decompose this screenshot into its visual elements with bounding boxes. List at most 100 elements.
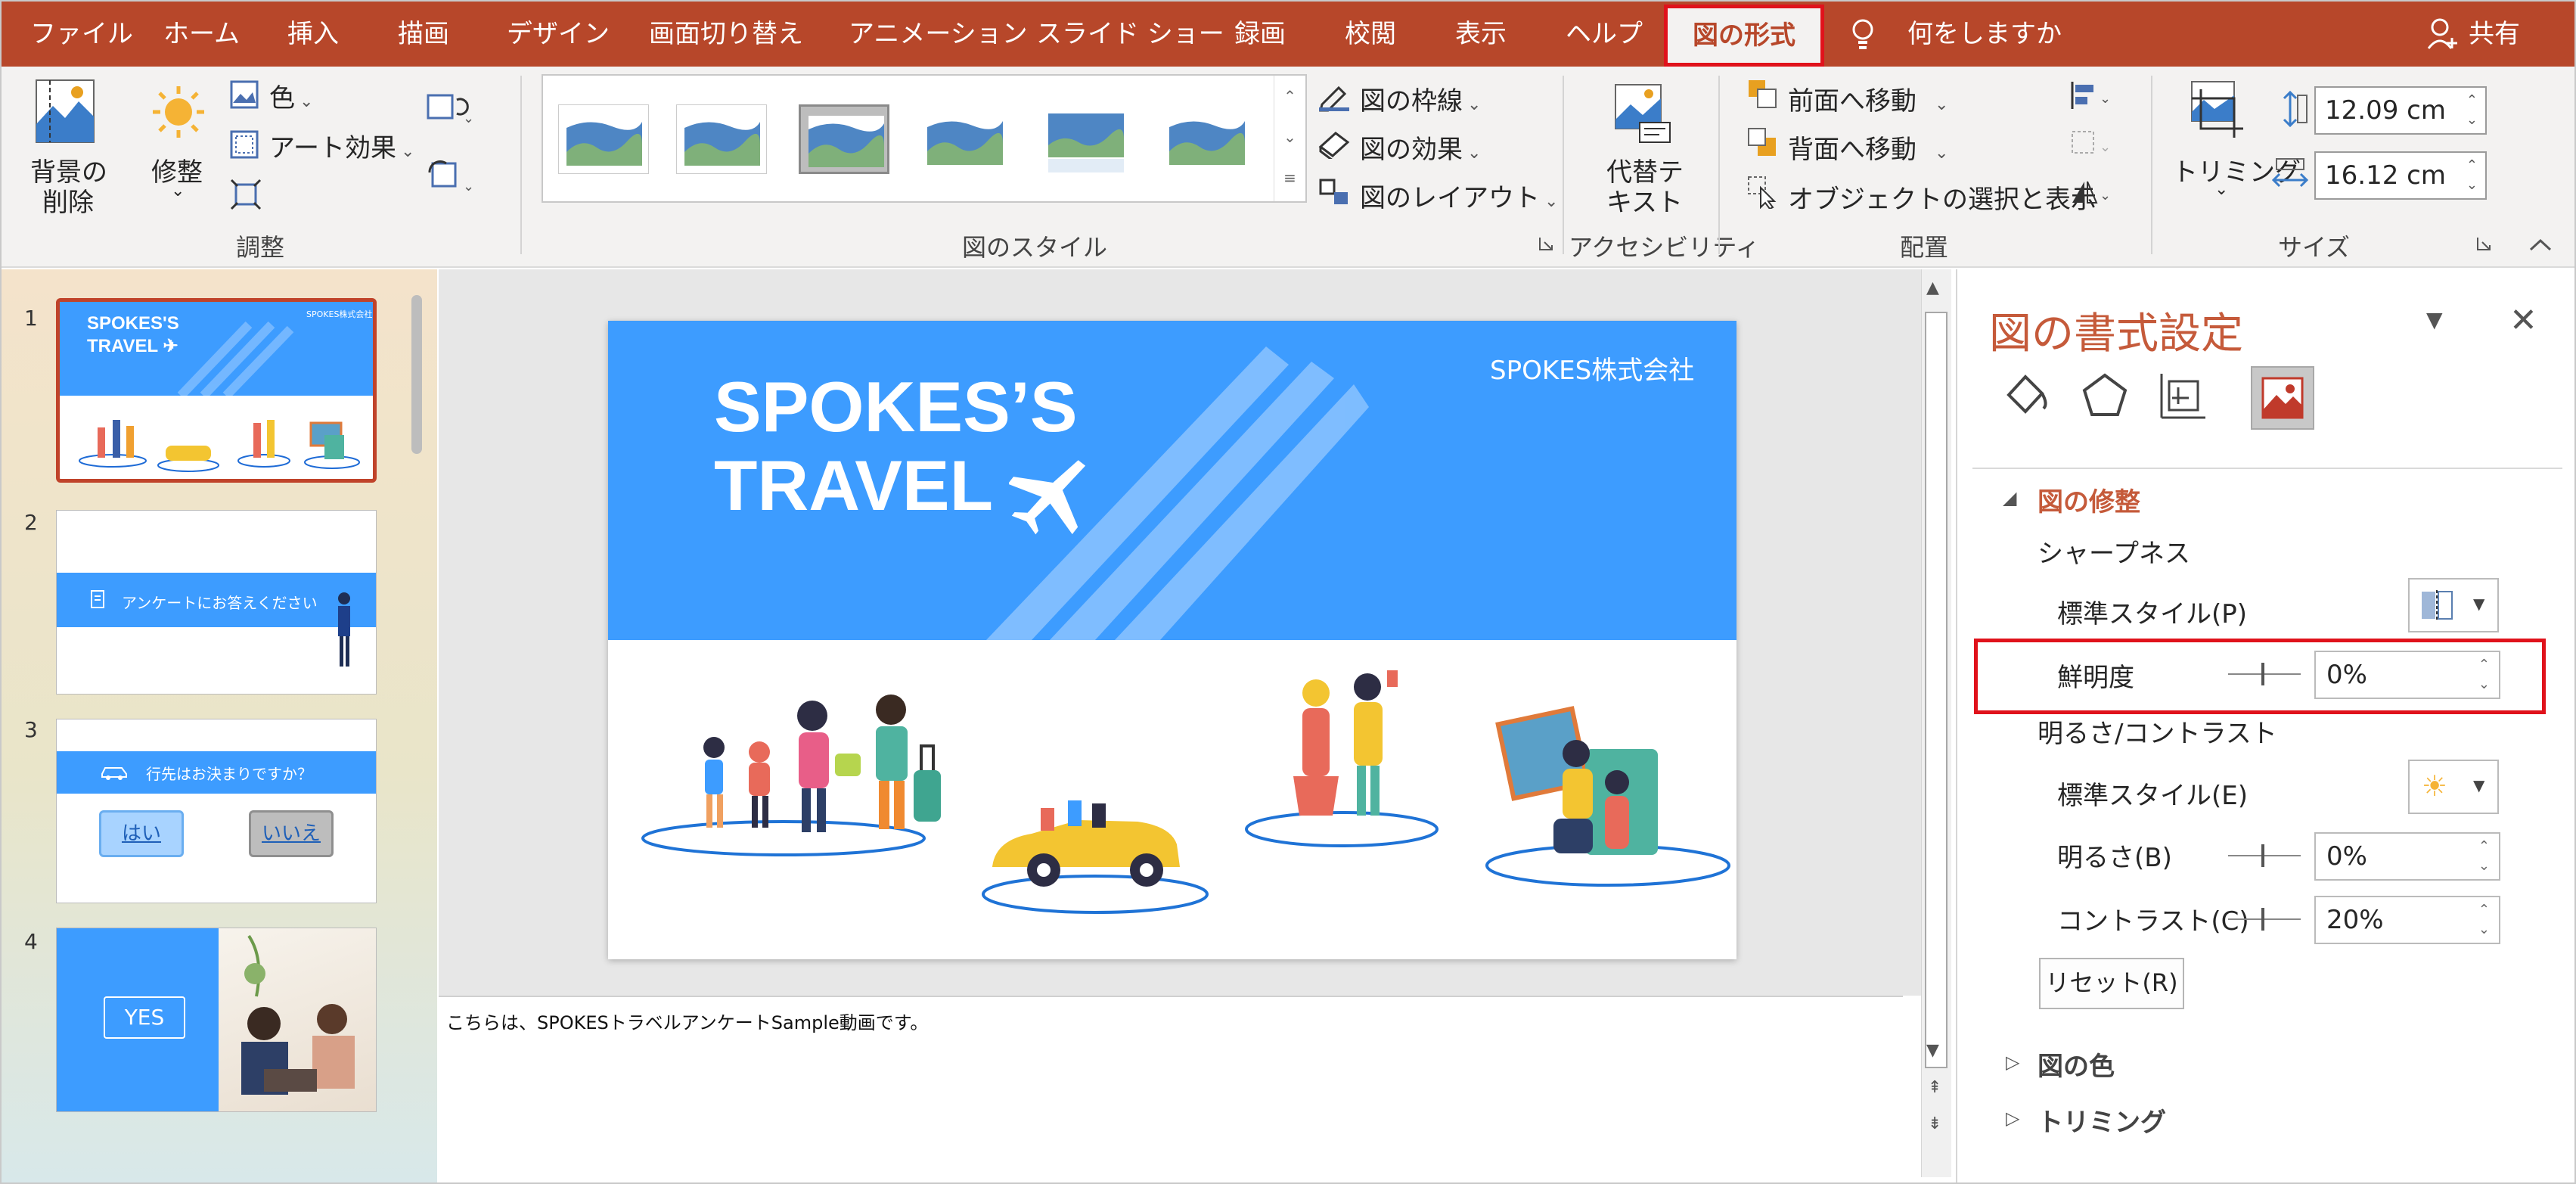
current-slide[interactable]: SPOKES’S TRAVEL SPOKES株式会社 <box>608 321 1736 959</box>
slide-thumb-3[interactable]: 行先はお決まりですか？ はい いいえ <box>56 719 377 903</box>
tab-insert[interactable]: 挿入 <box>287 2 339 67</box>
thumb-1-company: SPOKES株式会社 <box>306 309 373 319</box>
bring-forward-button[interactable]: 前面へ移動 ⌄ <box>1788 80 1948 117</box>
tab-draw[interactable]: 描画 <box>398 2 449 67</box>
thumb-3-no-button[interactable]: いいえ <box>249 810 334 857</box>
section-picture-corrections[interactable]: 図の修整 <box>2038 481 2140 518</box>
picture-styles-gallery[interactable]: ⌃ ⌄ ≡ <box>542 74 1307 203</box>
height-input[interactable]: 12.09 cm ⌃ ⌄ <box>2314 86 2487 135</box>
slide-thumb-1[interactable]: SPOKES'S TRAVEL ✈ SPOKES株式会社 <box>56 298 377 483</box>
reset-picture-icon[interactable]: ⌄ <box>427 157 472 192</box>
section-expanded-icon[interactable]: ◢ <box>2003 487 2016 508</box>
crop-dropdown-icon[interactable]: ⌄ <box>2214 180 2228 199</box>
compress-pictures-icon[interactable] <box>230 179 262 210</box>
sharpness-preset-picker[interactable]: ▼ <box>2408 578 2499 632</box>
tab-record[interactable]: 録画 <box>1234 2 1286 67</box>
survey-icon <box>91 590 104 608</box>
brightness-preset-picker[interactable]: ☀ ▼ <box>2408 760 2499 814</box>
section-crop[interactable]: トリミング <box>2038 1102 2166 1139</box>
tab-animations[interactable]: アニメーション <box>849 2 1028 67</box>
group-objects-icon[interactable]: ⌄ <box>2069 129 2113 159</box>
sharpness-preset-dropdown-icon[interactable]: ▼ <box>2473 595 2484 613</box>
slide-scrollbar[interactable]: ▲ ▼ ⇞ ⇟ <box>1921 269 1951 1177</box>
align-icon[interactable]: ⌄ <box>2069 80 2113 110</box>
slide-company-name[interactable]: SPOKES株式会社 <box>1490 350 1694 387</box>
tab-picture-format[interactable]: 図の形式 <box>1664 5 1824 67</box>
tab-help[interactable]: ヘルプ <box>1566 2 1643 67</box>
thumb-3-yes-button[interactable]: はい <box>99 810 184 857</box>
section-collapsed-icon[interactable]: ▷ <box>2006 1108 2019 1129</box>
style-thumb-6[interactable] <box>1162 104 1252 174</box>
width-spinner[interactable]: ⌃ ⌄ <box>2466 156 2478 195</box>
rotate-icon[interactable]: ⌄ <box>2069 177 2113 207</box>
slide-thumb-2[interactable]: アンケートにお答えください <box>56 510 377 695</box>
speaker-notes-text[interactable]: こちらは、SPOKESトラベルアンケートSample動画です。 <box>446 1008 928 1034</box>
style-thumb-4[interactable] <box>920 104 1010 174</box>
change-picture-icon[interactable]: ⌄ <box>427 89 472 124</box>
travelers-illustration[interactable] <box>608 640 1736 959</box>
size-properties-icon[interactable] <box>2157 369 2210 422</box>
styles-dialog-launcher-icon[interactable] <box>1538 236 1553 251</box>
style-thumb-2[interactable] <box>676 104 767 174</box>
height-icon <box>2283 90 2308 128</box>
scroll-up-arrow-icon[interactable]: ▲ <box>1926 278 1939 297</box>
fill-line-icon[interactable] <box>2000 369 2053 422</box>
scrollbar-thumb[interactable] <box>1925 312 1948 1068</box>
crop-icon <box>2191 81 2243 138</box>
tab-view[interactable]: 表示 <box>1455 2 1507 67</box>
share-button[interactable]: 共有 <box>2469 2 2520 67</box>
color-button[interactable]: 色 ⌄ <box>269 77 313 114</box>
thumbnail-scrollbar[interactable] <box>411 295 422 454</box>
brightness-spinner[interactable]: ⌃ ⌄ <box>2478 837 2490 876</box>
remove-bg-label-2[interactable]: 削除 <box>42 182 94 219</box>
sharpness-preset-label: 標準スタイル(P) <box>2057 599 2248 629</box>
selection-pane-button[interactable]: オブジェクトの選択と表示 <box>1788 179 2096 216</box>
brightness-preset-dropdown-icon[interactable]: ▼ <box>2473 776 2484 794</box>
picture-border-button[interactable]: 図の枠線 ⌄ <box>1360 80 1481 117</box>
tab-home[interactable]: ホーム <box>163 2 240 67</box>
tell-me-search[interactable]: 何をしますか <box>1907 2 2062 67</box>
contrast-input[interactable]: 20% ⌃ ⌄ <box>2314 896 2500 944</box>
section-picture-color[interactable]: 図の色 <box>2038 1046 2115 1083</box>
picture-layout-button[interactable]: 図のレイアウト ⌄ <box>1360 177 1558 214</box>
send-backward-button[interactable]: 背面へ移動 ⌄ <box>1788 129 1948 166</box>
effects-pentagon-icon[interactable] <box>2078 369 2131 422</box>
reset-button[interactable]: リセット(R) <box>2039 958 2184 1009</box>
tab-review[interactable]: 校閲 <box>1345 2 1396 67</box>
tab-transitions[interactable]: 画面切り替え <box>649 2 803 67</box>
artistic-effects-button[interactable]: アート効果 ⌄ <box>269 127 414 164</box>
tab-slideshow[interactable]: スライド ショー <box>1036 2 1224 67</box>
height-spinner[interactable]: ⌃ ⌄ <box>2466 91 2478 130</box>
picture-effects-button[interactable]: 図の効果 ⌄ <box>1360 129 1481 166</box>
section-collapsed-icon[interactable]: ▷ <box>2006 1052 2019 1073</box>
lightbulb-icon <box>1852 19 1873 49</box>
style-thumb-3[interactable] <box>799 104 889 174</box>
pane-options-dropdown-icon[interactable]: ▼ <box>2426 307 2443 332</box>
tab-file[interactable]: ファイル <box>30 2 133 67</box>
corrections-dropdown-icon[interactable]: ⌄ <box>171 182 185 200</box>
style-thumb-1[interactable] <box>558 104 649 174</box>
scroll-down-arrow-icon[interactable]: ▼ <box>1926 1041 1939 1060</box>
width-input[interactable]: 16.12 cm ⌃ ⌄ <box>2314 151 2487 200</box>
notes-pane[interactable]: こちらは、SPOKESトラベルアンケートSample動画です。 <box>439 996 1903 1177</box>
sharpen-spinner[interactable]: ⌃ ⌄ <box>2478 655 2490 695</box>
previous-slide-icon[interactable]: ⇞ <box>1928 1079 1941 1097</box>
tab-design[interactable]: デザイン <box>507 2 610 67</box>
contrast-spinner[interactable]: ⌃ ⌄ <box>2478 900 2490 940</box>
slide-thumb-4[interactable]: YES <box>56 928 377 1112</box>
brightness-slider[interactable] <box>2228 844 2301 867</box>
collapse-ribbon-icon[interactable] <box>2528 236 2553 253</box>
sharpen-slider[interactable] <box>2228 663 2301 685</box>
contrast-slider[interactable] <box>2228 908 2301 931</box>
brightness-input[interactable]: 0% ⌃ ⌄ <box>2314 832 2500 881</box>
close-pane-icon[interactable]: ✕ <box>2509 301 2537 340</box>
couple-at-window <box>1495 706 1658 855</box>
airplane-icon <box>1009 460 1086 535</box>
gallery-scroll[interactable]: ⌃ ⌄ ≡ <box>1274 76 1305 201</box>
sharpen-input[interactable]: 0% ⌃ ⌄ <box>2314 651 2500 699</box>
next-slide-icon[interactable]: ⇟ <box>1928 1115 1941 1133</box>
size-dialog-launcher-icon[interactable] <box>2476 236 2491 251</box>
alt-text-label-2[interactable]: キスト <box>1606 182 1683 219</box>
style-thumb-5[interactable] <box>1041 104 1131 174</box>
picture-tab-active[interactable] <box>2251 366 2314 430</box>
